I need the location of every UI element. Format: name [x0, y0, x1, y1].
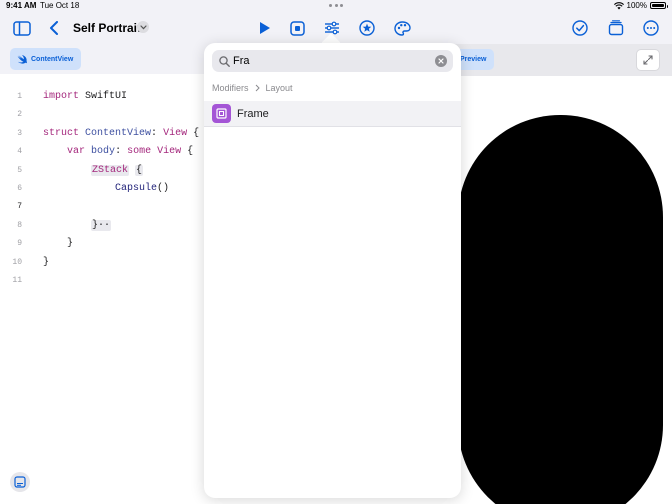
- breadcrumb-layout[interactable]: Layout: [266, 83, 293, 93]
- code-text[interactable]: ZStack {: [43, 162, 144, 180]
- line-number: 5: [17, 165, 22, 175]
- code-token: }: [43, 256, 50, 268]
- document-title[interactable]: Self Portrait: [73, 21, 141, 35]
- frame-icon: [212, 104, 231, 123]
- clear-search-icon[interactable]: [435, 55, 447, 67]
- pages-icon[interactable]: [604, 16, 628, 40]
- file-chip-label: ContentView: [31, 55, 74, 63]
- search-icon: [219, 55, 230, 67]
- code-text[interactable]: }··: [43, 217, 112, 235]
- back-chevron-icon[interactable]: [42, 16, 66, 40]
- code-token: :: [151, 127, 164, 139]
- expand-icon: [643, 55, 653, 65]
- code-token: Capsule: [115, 182, 158, 194]
- multitasking-dots-icon[interactable]: [329, 4, 343, 8]
- line-number: 10: [12, 257, 22, 267]
- code-token: {: [187, 127, 200, 139]
- swift-icon: [17, 54, 27, 64]
- preview-button-label: Preview: [460, 56, 487, 63]
- line-number: 7: [17, 202, 22, 212]
- status-indicators: 100%: [613, 1, 668, 10]
- title-menu-chevron-icon[interactable]: [137, 21, 149, 33]
- code-token: :: [115, 146, 128, 158]
- capsule-shape: [458, 115, 663, 504]
- console-icon: [14, 476, 26, 488]
- modifier-library-popover: Modifiers Layout Frame: [204, 43, 461, 498]
- search-field[interactable]: [212, 50, 453, 72]
- code-token: some: [127, 146, 152, 158]
- code-text[interactable]: import SwiftUI: [43, 88, 127, 106]
- file-chip-contentview[interactable]: ContentView: [10, 48, 82, 70]
- code-token: {: [135, 164, 144, 176]
- console-toggle-button[interactable]: [10, 472, 30, 492]
- code-token: (): [157, 182, 170, 194]
- line-number: 6: [17, 183, 22, 193]
- line-number: 4: [17, 147, 22, 157]
- breadcrumb-modifiers[interactable]: Modifiers: [212, 83, 249, 93]
- star-icon[interactable]: [355, 16, 379, 40]
- wifi-icon: [613, 1, 624, 9]
- result-label: Frame: [237, 107, 269, 120]
- code-text[interactable]: }: [43, 254, 49, 272]
- code-token: {: [181, 146, 194, 158]
- code-token: struct: [43, 127, 80, 139]
- line-number: 2: [17, 110, 22, 120]
- line-number: 11: [12, 275, 22, 285]
- more-icon[interactable]: [639, 16, 663, 40]
- code-token: body: [91, 146, 116, 158]
- code-token: }··: [91, 219, 112, 231]
- code-token: }: [43, 238, 74, 250]
- line-number: 8: [17, 220, 22, 230]
- checkmark-circle-icon[interactable]: [568, 16, 592, 40]
- code-token: View: [157, 146, 182, 158]
- code-token: View: [163, 127, 188, 139]
- code-text[interactable]: struct ContentView: View {: [43, 125, 199, 143]
- code-text[interactable]: var body: some View {: [43, 143, 193, 161]
- battery-percent: 100%: [626, 1, 647, 10]
- code-text[interactable]: Capsule(): [43, 180, 169, 198]
- play-icon[interactable]: [253, 16, 277, 40]
- sidebar-icon[interactable]: [10, 16, 34, 40]
- status-time: 9:41 AM: [6, 1, 37, 10]
- line-number: 1: [17, 92, 22, 101]
- expand-preview-button[interactable]: [636, 49, 660, 71]
- stop-icon[interactable]: [285, 16, 309, 40]
- status-date: Tue Oct 18: [40, 1, 80, 10]
- result-item-frame[interactable]: Frame: [204, 101, 461, 127]
- code-token: var: [67, 146, 86, 158]
- code-token: SwiftUI: [79, 91, 128, 102]
- code-text[interactable]: }: [43, 235, 73, 253]
- search-input[interactable]: [233, 55, 423, 67]
- battery-icon: [650, 2, 668, 9]
- breadcrumb-chevron-icon: [255, 84, 260, 92]
- code-token: import: [43, 91, 80, 102]
- results-breadcrumb: Modifiers Layout: [212, 83, 293, 93]
- palette-icon[interactable]: [390, 16, 414, 40]
- line-number: 9: [17, 239, 22, 249]
- status-bar: 9:41 AM Tue Oct 18 100%: [0, 0, 672, 12]
- code-token: ContentView: [85, 127, 152, 139]
- line-number: 3: [17, 128, 22, 138]
- code-token: ZStack: [91, 164, 130, 176]
